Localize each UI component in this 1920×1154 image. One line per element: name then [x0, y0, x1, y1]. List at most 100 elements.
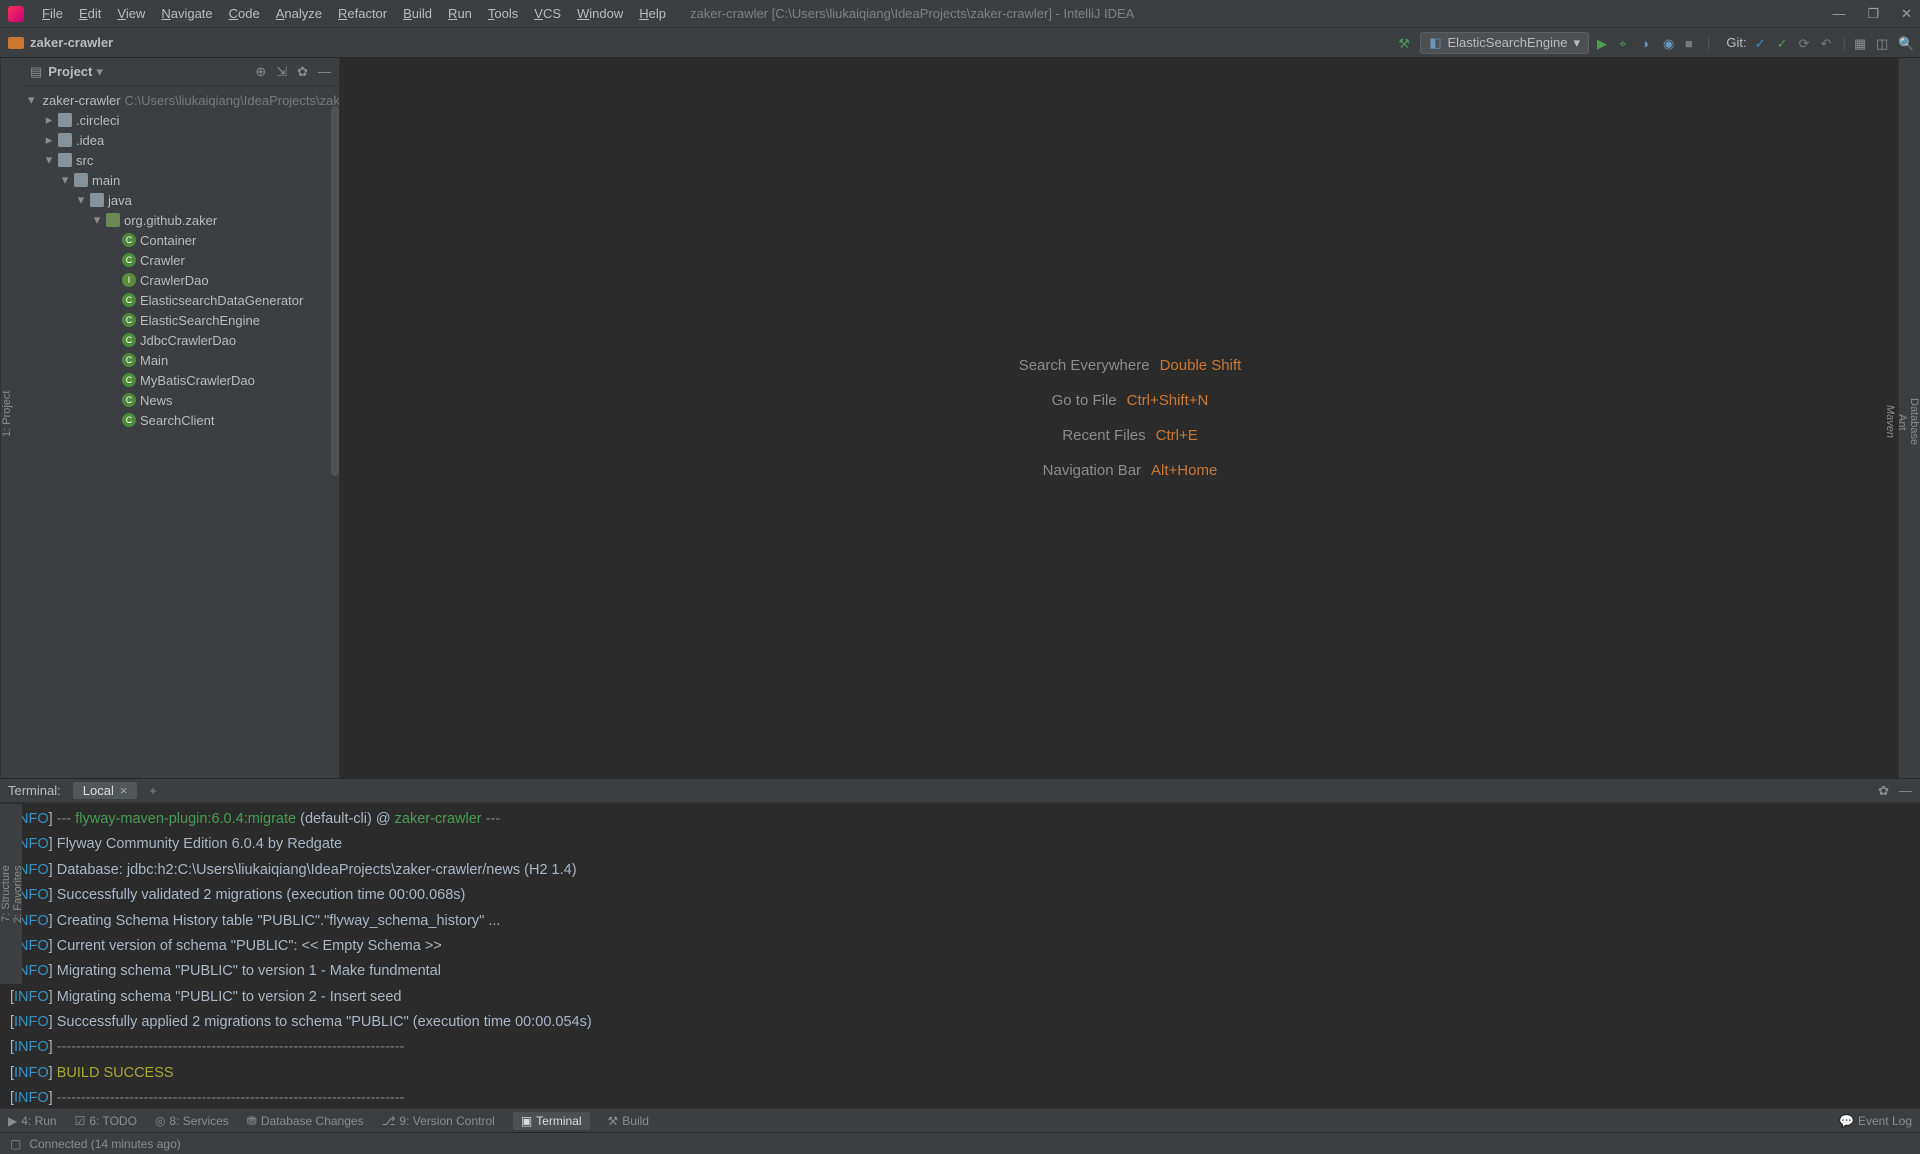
menu-vcs[interactable]: VCS: [526, 6, 569, 21]
profile-icon[interactable]: ◉: [1663, 36, 1677, 50]
terminal-label: Terminal:: [8, 783, 61, 798]
event-log-button[interactable]: 💬 Event Log: [1839, 1114, 1912, 1128]
git-history-icon[interactable]: ⟳: [1799, 36, 1813, 50]
add-terminal-icon[interactable]: +: [143, 783, 163, 798]
build-icon[interactable]: ⚒: [1398, 36, 1412, 50]
git-commit-icon[interactable]: ✓: [1777, 36, 1791, 50]
vcs-tool-button[interactable]: ⎇ 9: Version Control: [382, 1114, 495, 1128]
tree-node[interactable]: ▾zaker-crawlerC:\Users\liukaiqiang\IdeaP…: [22, 90, 339, 110]
project-view-icon: ▤: [30, 64, 42, 80]
search-everywhere-icon[interactable]: 🔍: [1898, 36, 1912, 50]
editor-empty-state: Search EverywhereDouble Shift Go to FileC…: [340, 58, 1920, 778]
collapse-icon[interactable]: ⇲: [276, 64, 287, 80]
navigation-bar: zaker-crawler ⚒ ◧ ElasticSearchEngine ▾ …: [0, 28, 1920, 58]
services-tool-button[interactable]: ◎ 8: Services: [155, 1114, 229, 1128]
main-menu: FileEditViewNavigateCodeAnalyzeRefactorB…: [34, 6, 674, 21]
tree-node[interactable]: ▸.circleci: [22, 110, 339, 130]
tree-node[interactable]: CContainer: [22, 230, 339, 250]
git-revert-icon[interactable]: ↶: [1821, 36, 1835, 50]
minimize-icon[interactable]: ―: [1832, 6, 1845, 22]
breadcrumb[interactable]: zaker-crawler: [30, 35, 113, 50]
status-bar: ▢ Connected (14 minutes ago): [0, 1132, 1920, 1154]
tree-node[interactable]: ▸.idea: [22, 130, 339, 150]
right-tool-stripe: Database Ant Maven: [1898, 58, 1920, 778]
ide-structure-icon[interactable]: ◫: [1876, 36, 1890, 50]
menu-build[interactable]: Build: [395, 6, 440, 21]
db-changes-tool-button[interactable]: ⛃ Database Changes: [247, 1114, 364, 1128]
coverage-icon[interactable]: ◑: [1641, 36, 1655, 50]
tree-node[interactable]: CJdbcCrawlerDao: [22, 330, 339, 350]
menu-refactor[interactable]: Refactor: [330, 6, 395, 21]
editor-hint: Go to FileCtrl+Shift+N: [1052, 392, 1209, 409]
editor-hint: Navigation BarAlt+Home: [1043, 462, 1218, 479]
intellij-logo-icon: [8, 6, 24, 22]
maximize-icon[interactable]: ❐: [1867, 6, 1879, 22]
project-tree[interactable]: ▾zaker-crawlerC:\Users\liukaiqiang\IdeaP…: [22, 86, 339, 778]
tool-window-quick-access-icon[interactable]: ▢: [10, 1137, 21, 1151]
menu-tools[interactable]: Tools: [480, 6, 526, 21]
project-folder-icon: [8, 37, 24, 49]
hide-icon[interactable]: ―: [318, 64, 331, 80]
window-title: zaker-crawler [C:\Users\liukaiqiang\Idea…: [690, 6, 1134, 21]
menu-edit[interactable]: Edit: [71, 6, 109, 21]
project-tool-button[interactable]: 1: Project: [1, 58, 13, 770]
title-bar: FileEditViewNavigateCodeAnalyzeRefactorB…: [0, 0, 1920, 28]
run-config-label: ElasticSearchEngine: [1447, 35, 1567, 50]
debug-icon[interactable]: ⌖: [1619, 36, 1633, 50]
database-tool-button[interactable]: Database: [1908, 66, 1920, 778]
menu-help[interactable]: Help: [631, 6, 674, 21]
tree-node[interactable]: CNews: [22, 390, 339, 410]
terminal-tab-label: Local: [83, 783, 114, 798]
close-tab-icon[interactable]: ×: [120, 783, 128, 798]
menu-run[interactable]: Run: [440, 6, 480, 21]
menu-code[interactable]: Code: [221, 6, 268, 21]
ide-settings-icon[interactable]: ▦: [1854, 36, 1868, 50]
menu-analyze[interactable]: Analyze: [268, 6, 330, 21]
terminal-tool-window: Terminal: Local × + ✿ ― [INFO] --- flywa…: [0, 778, 1920, 1108]
favorites-tool-button[interactable]: 2: Favorites: [12, 804, 24, 984]
tree-node[interactable]: CElasticSearchEngine: [22, 310, 339, 330]
stop-icon[interactable]: ■: [1685, 36, 1699, 50]
todo-tool-button[interactable]: ☑ 6: TODO: [75, 1114, 137, 1128]
terminal-tool-button[interactable]: ▣ Terminal: [513, 1112, 590, 1130]
terminal-tab-local[interactable]: Local ×: [73, 782, 138, 799]
tree-node[interactable]: CElasticsearchDataGenerator: [22, 290, 339, 310]
tree-node[interactable]: CMyBatisCrawlerDao: [22, 370, 339, 390]
ant-tool-button[interactable]: Ant: [1896, 66, 1908, 778]
scrollbar-thumb[interactable]: [331, 106, 339, 476]
gear-icon[interactable]: ✿: [297, 64, 308, 80]
tree-node[interactable]: CCrawler: [22, 250, 339, 270]
run-config-selector[interactable]: ◧ ElasticSearchEngine ▾: [1420, 32, 1589, 54]
run-icon[interactable]: ▶: [1597, 36, 1611, 50]
close-icon[interactable]: ✕: [1901, 6, 1912, 22]
panel-title[interactable]: Project: [48, 64, 92, 79]
terminal-gear-icon[interactable]: ✿: [1878, 783, 1889, 799]
menu-view[interactable]: View: [109, 6, 153, 21]
tree-node[interactable]: ▾main: [22, 170, 339, 190]
editor-hint: Recent FilesCtrl+E: [1062, 427, 1197, 444]
terminal-output[interactable]: [INFO] --- flyway-maven-plugin:6.0.4:mig…: [0, 803, 1920, 1108]
menu-file[interactable]: File: [34, 6, 71, 21]
terminal-hide-icon[interactable]: ―: [1899, 783, 1912, 799]
tree-node[interactable]: ▾src: [22, 150, 339, 170]
tree-node[interactable]: ICrawlerDao: [22, 270, 339, 290]
locate-icon[interactable]: ⊕: [255, 64, 266, 80]
tree-node[interactable]: ▾java: [22, 190, 339, 210]
git-update-icon[interactable]: ✓: [1755, 36, 1769, 50]
left-tool-stripe: 1: Project: [0, 58, 22, 778]
build-tool-button[interactable]: ⚒ Build: [608, 1114, 649, 1128]
config-icon: ◧: [1429, 35, 1441, 51]
tree-node[interactable]: ▾org.github.zaker: [22, 210, 339, 230]
status-message: Connected (14 minutes ago): [29, 1137, 180, 1151]
tree-node[interactable]: CMain: [22, 350, 339, 370]
structure-tool-button[interactable]: 7: Structure: [0, 804, 12, 984]
git-label: Git:: [1726, 35, 1746, 50]
chevron-down-icon[interactable]: ▾: [96, 64, 103, 80]
menu-window[interactable]: Window: [569, 6, 631, 21]
tree-node[interactable]: CSearchClient: [22, 410, 339, 430]
maven-tool-button[interactable]: Maven: [1884, 66, 1896, 778]
menu-navigate[interactable]: Navigate: [153, 6, 220, 21]
run-tool-button[interactable]: ▶ 4: Run: [8, 1114, 57, 1128]
editor-hint: Search EverywhereDouble Shift: [1019, 357, 1242, 374]
project-panel: ▤ Project ▾ ⊕ ⇲ ✿ ― ▾zaker-crawlerC:\Use…: [22, 58, 340, 778]
